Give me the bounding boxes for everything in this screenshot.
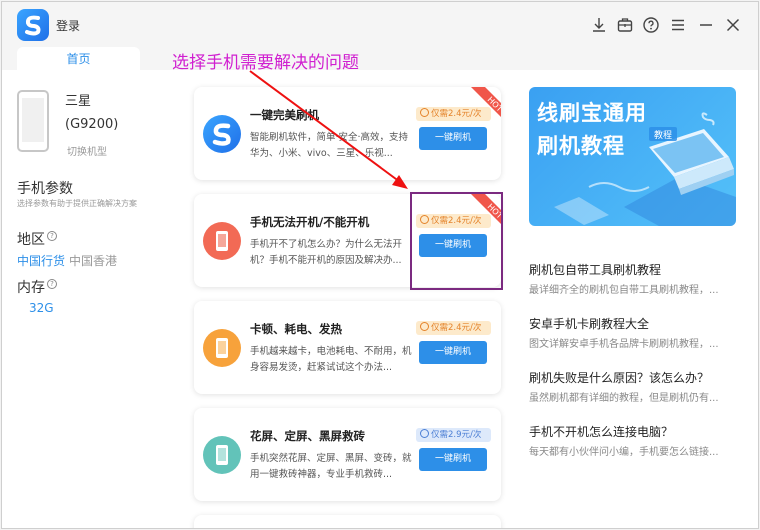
annotation-arrow	[249, 70, 408, 189]
app-window: 登录 首页 选择手机需要解决的问题 三星 (G9200) 切换机型 手机参数 选…	[1, 1, 759, 529]
